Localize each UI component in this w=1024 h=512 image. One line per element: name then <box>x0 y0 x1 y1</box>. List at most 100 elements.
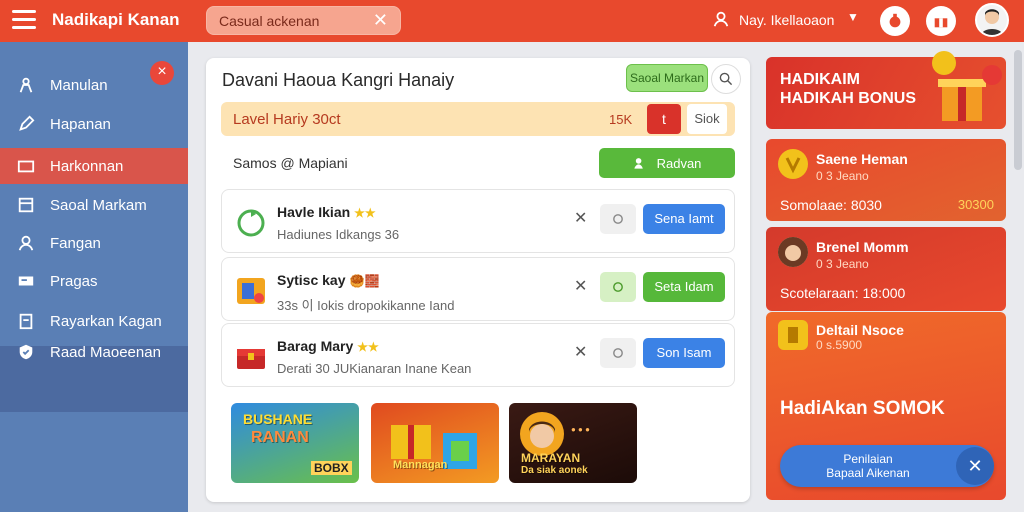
card-row-label: Scotelaraan: 18:000 <box>780 285 906 301</box>
gift-button[interactable] <box>926 6 956 36</box>
item-title: Havle Ikian <box>277 204 351 220</box>
card-name: Saene Heman <box>816 151 908 167</box>
item-title: Barag Mary <box>277 338 354 354</box>
card-sub: 0 3 Jeano <box>816 169 869 183</box>
tile-caption: MARAYAN <box>521 451 581 465</box>
search-button[interactable] <box>711 64 741 94</box>
pill-text: Penilaian Bapaal Aikenan <box>780 452 956 480</box>
user-icon <box>713 11 729 27</box>
pill-line1: Penilaian <box>843 452 893 466</box>
sidebar-item-manulan[interactable]: Manulan <box>0 67 188 103</box>
sidebar-item-harkonnan[interactable]: Harkonnan <box>0 148 188 184</box>
tile-caption: ● ● ● <box>571 425 590 434</box>
level-side-button[interactable]: Siok <box>687 104 727 134</box>
card-name: Brenel Momm <box>816 239 909 255</box>
banner-line2: HADIKAH BONUS <box>780 90 916 107</box>
gift-icon <box>932 51 1002 121</box>
list-item[interactable]: Sytisc kay 🥮🧱 33s 이 Iokis dropokikanne Ia… <box>221 257 735 321</box>
card-icon <box>16 271 36 291</box>
level-red-button[interactable]: t <box>647 104 681 134</box>
card-sub: 0 3 Jeano <box>816 257 869 271</box>
refresh-icon <box>237 209 265 237</box>
level-label: Lavel Hariy 30ct <box>233 111 341 128</box>
sidebar-item-label: Hapanan <box>50 115 111 133</box>
pencil-icon <box>16 114 36 134</box>
tile-caption: BOBX <box>311 461 352 475</box>
shield-icon <box>16 342 36 362</box>
item-subtitle: Derati 30 JUKianaran Inane Kean <box>277 361 472 376</box>
item-action-button[interactable]: Son Isam <box>643 338 725 368</box>
close-icon[interactable]: ✕ <box>574 276 587 296</box>
wallet-icon <box>16 156 36 176</box>
reward-card[interactable]: Brenel Momm 0 3 Jeano Scotelaraan: 18:00… <box>766 227 1006 311</box>
card-row-value: 30300 <box>957 197 994 212</box>
bell-icon <box>889 13 901 28</box>
chevron-down-icon: ▼ <box>847 10 859 24</box>
close-icon[interactable]: ✕ <box>574 208 587 228</box>
sidebar-item-label: Rayarkan Kagan <box>50 312 162 330</box>
clear-search-icon[interactable]: ✕ <box>373 10 388 31</box>
sidebar-item-label: Harkonnan <box>50 157 124 175</box>
list-item[interactable]: Barag Mary ★★ Derati 30 JUKianaran Inane … <box>221 323 735 387</box>
game-tile[interactable]: BUSHANE RANAN BOBX <box>231 403 359 483</box>
bottom-action-pill[interactable]: Penilaian Bapaal Aikenan ✕ <box>780 445 994 487</box>
gift-icon <box>391 425 477 469</box>
add-button[interactable]: Radvan <box>599 148 735 178</box>
sidebar-item-hapanan[interactable]: Hapanan <box>0 106 188 142</box>
card-sub: 0 s.5900 <box>816 338 863 352</box>
scrollbar[interactable] <box>1014 50 1022 170</box>
level-value: 15K <box>609 112 633 127</box>
search-icon <box>719 72 733 86</box>
gear-icon <box>613 282 623 292</box>
sidebar-item-label: Manulan <box>50 76 108 94</box>
page-title: Davani Haoua Kangri Hanaiy <box>222 70 455 90</box>
settings-button[interactable] <box>600 338 636 368</box>
item-action-button[interactable]: Sena Iamt <box>643 204 725 234</box>
bonus-banner[interactable]: HADIKAIM HADIKAH BONUS <box>766 51 1006 129</box>
gear-icon <box>613 348 623 358</box>
item-subtitle: 33s 이 Iokis dropokikanne Iand <box>277 298 455 313</box>
notification-button[interactable] <box>880 6 910 36</box>
item-title: Sytisc kay <box>277 272 346 288</box>
search-value: Casual ackenan <box>219 13 320 29</box>
sidebar-item-label: Saoal Markam <box>50 196 147 214</box>
game-tile[interactable]: ● ● ● MARAYAN Da siak aonek <box>509 403 637 483</box>
gear-icon <box>613 214 623 224</box>
star-icon: ★★ <box>357 340 379 354</box>
sidebar-item-saoal-markam[interactable]: Saoal Markam <box>0 187 188 223</box>
sidebar-item-label: Pragas <box>50 272 98 290</box>
coin-icon <box>778 149 808 179</box>
list-item[interactable]: Havle Ikian ★★ Hadiunes Idkangs 36 ✕ Sena… <box>221 189 735 253</box>
sidebar-item-pragas[interactable]: Pragas <box>0 263 188 299</box>
chest-icon <box>237 349 265 369</box>
person-icon <box>16 75 36 95</box>
settings-button[interactable] <box>600 272 636 302</box>
tile-caption: RANAN <box>251 429 309 446</box>
top-bar: Nadikapi Kanan Casual ackenan ✕ Nay. Ike… <box>0 0 1024 42</box>
sidebar-item-fangan[interactable]: Fangan <box>0 225 188 261</box>
menu-icon[interactable] <box>12 10 36 30</box>
avatar[interactable] <box>975 3 1009 37</box>
tile-caption: Mannagan <box>393 459 448 471</box>
saoal-markan-button[interactable]: Saoal Markan <box>626 64 708 92</box>
close-icon[interactable]: ✕ <box>574 342 587 362</box>
coin-icon <box>778 320 808 350</box>
game-box-icon <box>237 278 265 304</box>
section-label: Samos @ Mapiani <box>233 155 348 171</box>
close-button[interactable]: ✕ <box>956 447 994 485</box>
user-plus-icon <box>633 158 643 169</box>
sidebar-item-label: Raad Maoeenan <box>50 343 161 361</box>
pill-line2: Bapaal Aikenan <box>826 466 910 480</box>
main-panel: Davani Haoua Kangri Hanaiy Saoal Markan … <box>206 58 750 502</box>
reward-card[interactable]: Saene Heman 0 3 Jeano Somolaae: 8030 303… <box>766 139 1006 221</box>
document-icon <box>16 195 36 215</box>
card-row-label: Somolaae: 8030 <box>780 197 882 213</box>
sidebar-item-raad-maoeenan[interactable]: Raad Maoeenan <box>0 334 188 370</box>
banner-line1: HADIKAIM <box>780 71 860 88</box>
settings-button[interactable] <box>600 204 636 234</box>
avatar <box>778 237 808 267</box>
search-input[interactable]: Casual ackenan ✕ <box>206 6 401 35</box>
clipboard-icon <box>16 311 36 331</box>
game-tile[interactable]: Mannagan <box>371 403 499 483</box>
item-action-button[interactable]: Seta Idam <box>643 272 725 302</box>
